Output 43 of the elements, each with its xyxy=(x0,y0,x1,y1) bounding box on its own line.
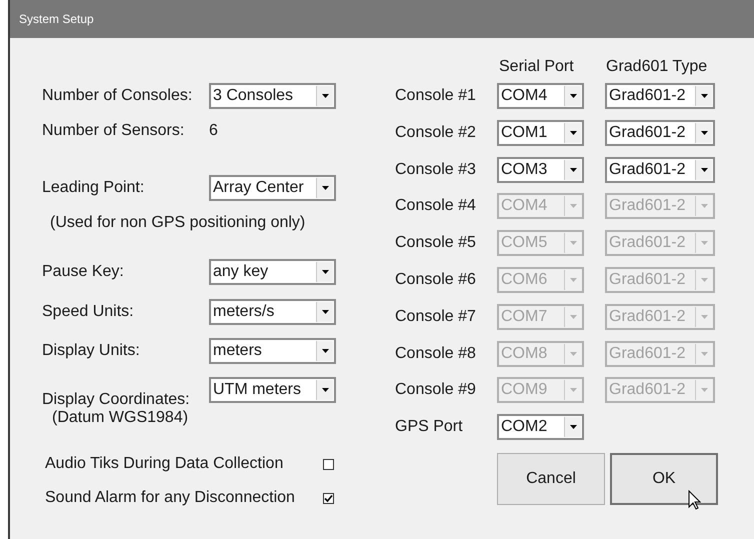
port-dropdown[interactable]: COM3 xyxy=(497,156,584,183)
console-label: Console #6 xyxy=(395,270,477,289)
console-label: Console #9 xyxy=(395,381,477,400)
window-title: System Setup xyxy=(19,12,94,26)
dialog-button[interactable]: Cancel xyxy=(497,453,605,506)
dropdown[interactable]: UTM meters xyxy=(209,377,336,403)
sensor-count: 6 xyxy=(209,122,218,140)
dropdown[interactable]: Array Center xyxy=(209,175,336,201)
field-label: Display Units: xyxy=(42,342,141,360)
dialog-button[interactable]: OK xyxy=(610,453,718,506)
column-header: Serial Port xyxy=(499,58,575,76)
port-dropdown[interactable]: COM4 xyxy=(497,83,584,109)
field-label: Pause Key: xyxy=(42,263,125,281)
dropdown[interactable]: any key xyxy=(209,259,336,285)
checkbox-label: Audio Tiks During Data Collection xyxy=(45,455,284,473)
console-label: Console #1 xyxy=(395,87,477,105)
dropdown[interactable]: meters/s xyxy=(209,299,336,325)
checkbox[interactable] xyxy=(323,458,334,470)
console-label: Console #4 xyxy=(395,197,477,216)
field-label: Speed Units: xyxy=(42,303,135,321)
dropdown[interactable]: meters xyxy=(209,338,336,364)
field-label: Number of Consoles: xyxy=(42,87,194,105)
console-label: Console #5 xyxy=(395,234,477,252)
console-label: Console #8 xyxy=(395,344,477,363)
type-dropdown[interactable]: Grad601-2 xyxy=(605,83,715,109)
port-dropdown[interactable]: COM2 xyxy=(497,414,584,440)
hint-text: (Used for non GPS positioning only) xyxy=(50,214,306,232)
dropdown[interactable]: 3 Consoles xyxy=(209,83,336,109)
console-label: Console #3 xyxy=(395,160,477,179)
hint-text: (Datum WGS1984) xyxy=(52,409,188,427)
console-label: Console #2 xyxy=(395,124,477,142)
field-label: Display Coordinates: xyxy=(42,391,191,409)
field-label: Leading Point: xyxy=(42,179,146,197)
type-dropdown[interactable]: Grad601-2 xyxy=(605,156,715,183)
checkbox[interactable] xyxy=(323,492,334,504)
port-dropdown[interactable]: COM1 xyxy=(497,120,584,146)
field-label: Number of Sensors: xyxy=(42,122,186,140)
type-dropdown[interactable]: Grad601-2 xyxy=(605,120,715,146)
gps-label: GPS Port xyxy=(395,418,464,436)
checkbox-label: Sound Alarm for any Disconnection xyxy=(45,489,296,507)
console-label: Console #7 xyxy=(395,308,477,326)
column-header: Grad601 Type xyxy=(606,58,708,76)
mouse-pointer-icon xyxy=(688,490,701,510)
